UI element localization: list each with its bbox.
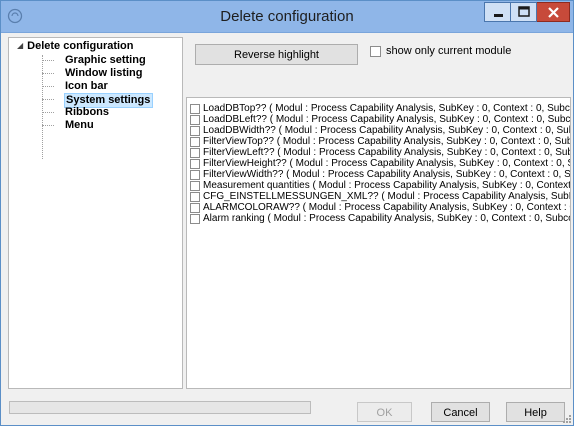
list-item-checkbox[interactable] [190,115,200,125]
tree-item-window-listing[interactable]: Window listing [65,67,143,80]
title-bar[interactable]: Delete configuration [1,1,573,33]
tree-connector [42,125,54,126]
list-item[interactable]: FilterViewHeight?? ( Modul : Process Cap… [190,158,570,169]
tree-root-label: Delete configuration [27,40,134,52]
tree-connector [42,55,43,159]
close-button[interactable] [537,2,570,22]
list-item-checkbox[interactable] [190,170,200,180]
tree-connector [42,60,54,61]
tree-item-menu[interactable]: Menu [65,119,94,132]
help-button[interactable]: Help [506,402,565,422]
collapse-arrow-icon[interactable]: ◢ [17,41,23,50]
list-item-checkbox[interactable] [190,104,200,114]
list-item[interactable]: LoadDBTop?? ( Modul : Process Capability… [190,103,570,114]
list-item-checkbox[interactable] [190,181,200,191]
tree-connector [42,99,54,100]
maximize-icon [518,6,530,17]
list-item-checkbox[interactable] [190,192,200,202]
list-item-label: CFG_EINSTELLMESSUNGEN_XML?? ( Modul : Pr… [203,191,570,202]
list-item-checkbox[interactable] [190,214,200,224]
minimize-icon [494,14,503,17]
list-item[interactable]: FilterViewLeft?? ( Modul : Process Capab… [190,147,570,158]
tree-item-icon-bar[interactable]: Icon bar [65,80,108,93]
list-item-label: FilterViewHeight?? ( Modul : Process Cap… [203,158,570,169]
reverse-highlight-button[interactable]: Reverse highlight [195,44,358,65]
list-item-label: Measurement quantities ( Modul : Process… [203,180,571,191]
tree-item-graphic-setting[interactable]: Graphic setting [65,54,146,67]
configuration-tree[interactable]: ◢ Delete configuration Graphic setting Wi… [8,37,183,389]
cancel-button[interactable]: Cancel [431,402,490,422]
maximize-button[interactable] [511,2,537,22]
list-item-checkbox[interactable] [190,126,200,136]
list-item-checkbox[interactable] [190,203,200,213]
tree-connector [42,73,54,74]
list-item[interactable]: ALARMCOLORAW?? ( Modul : Process Capabil… [190,202,570,213]
list-item-label: LoadDBLeft?? ( Modul : Process Capabilit… [203,114,571,125]
close-icon [548,7,559,18]
show-only-current-module-label[interactable]: show only current module [386,45,511,57]
tree-connector [42,86,54,87]
list-item-checkbox[interactable] [190,137,200,147]
list-item-label: FilterViewLeft?? ( Modul : Process Capab… [203,147,570,158]
tree-connector [42,112,54,113]
list-item[interactable]: FilterViewWidth?? ( Modul : Process Capa… [190,169,571,180]
progress-bar [9,401,311,414]
list-item[interactable]: Measurement quantities ( Modul : Process… [190,180,571,191]
ok-button[interactable]: OK [357,402,412,422]
tree-item-ribbons[interactable]: Ribbons [65,106,109,119]
list-item-label: FilterViewWidth?? ( Modul : Process Capa… [203,169,571,180]
list-item[interactable]: LoadDBLeft?? ( Modul : Process Capabilit… [190,114,571,125]
list-item-label: ALARMCOLORAW?? ( Modul : Process Capabil… [203,202,570,213]
list-item-label: LoadDBWidth?? ( Modul : Process Capabili… [203,125,570,136]
delete-configuration-window: Delete configuration ◢ Delete configurati… [0,0,574,426]
list-item-checkbox[interactable] [190,148,200,158]
settings-list[interactable]: LoadDBTop?? ( Modul : Process Capability… [186,97,571,389]
minimize-button[interactable] [484,2,511,22]
resize-grip-icon[interactable] [562,414,572,424]
list-item[interactable]: Alarm ranking ( Modul : Process Capabili… [190,213,571,224]
list-item-label: Alarm ranking ( Modul : Process Capabili… [203,213,571,224]
list-item-checkbox[interactable] [190,159,200,169]
tree-root[interactable]: ◢ Delete configuration [17,40,134,52]
list-item[interactable]: CFG_EINSTELLMESSUNGEN_XML?? ( Modul : Pr… [190,191,570,202]
list-item-label: LoadDBTop?? ( Modul : Process Capability… [203,103,570,114]
show-only-current-module-checkbox[interactable] [370,46,381,57]
list-item[interactable]: LoadDBWidth?? ( Modul : Process Capabili… [190,125,570,136]
list-item[interactable]: FilterViewTop?? ( Modul : Process Capabi… [190,136,570,147]
list-item-label: FilterViewTop?? ( Modul : Process Capabi… [203,136,570,147]
